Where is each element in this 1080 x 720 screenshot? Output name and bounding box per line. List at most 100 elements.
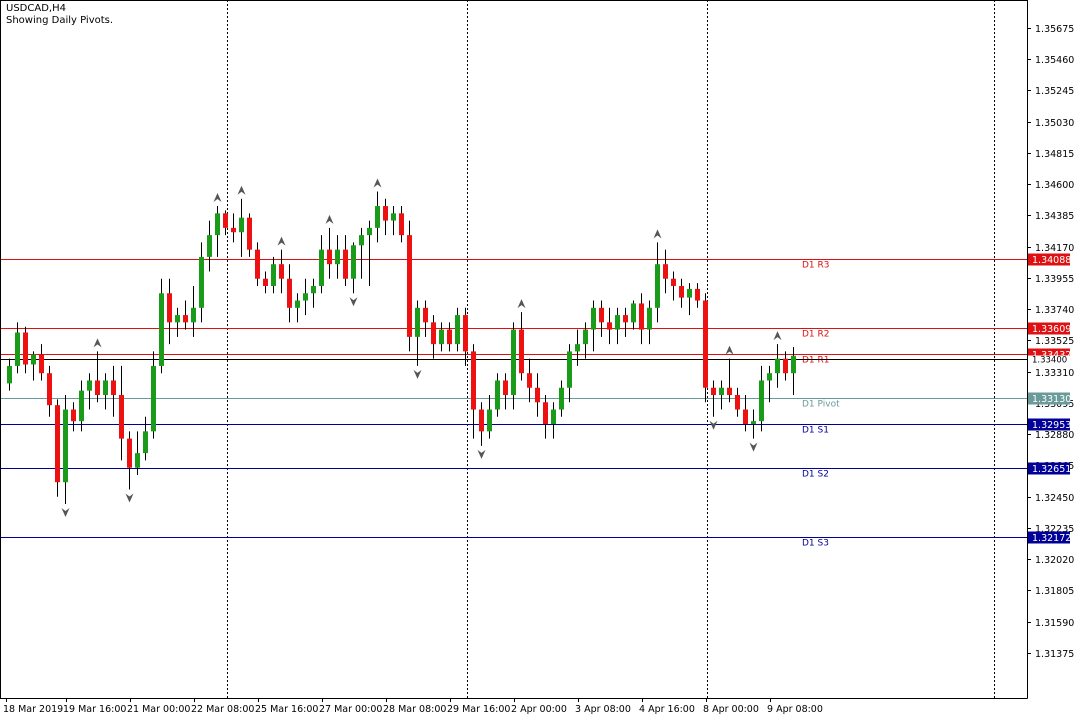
candle — [55, 399, 60, 497]
bull-candle-body — [103, 380, 108, 396]
bear-candle-body — [703, 300, 708, 388]
price-tick-label: 1.35460 — [1035, 55, 1074, 66]
price-axis[interactable]: 1.35675 1.35460 1.35245 1.35030 1.34815 1.346… — [1027, 24, 1074, 660]
bear-candle-body — [663, 264, 668, 279]
bull-candle-body — [207, 235, 212, 257]
bull-candle-body — [655, 264, 660, 308]
bear-candle-body — [95, 380, 100, 396]
bull-candle-body — [335, 249, 340, 265]
bear-candle-body — [247, 217, 252, 250]
pivot-level-label: D1 R3 — [802, 261, 830, 271]
bull-candle-body — [647, 307, 652, 330]
bull-candle-body — [151, 365, 156, 432]
price-tick-label: 1.32020 — [1035, 555, 1074, 566]
bear-candle-body — [231, 227, 236, 233]
symbol-timeframe-label: USDCAD,H4 — [6, 3, 66, 14]
bear-candle-body — [71, 409, 76, 422]
bear-candle-body — [743, 409, 748, 425]
bear-candle-body — [735, 395, 740, 410]
bull-candle-body — [759, 380, 764, 422]
bull-candle-body — [455, 315, 460, 345]
bear-candle-body — [119, 395, 124, 439]
pivot-level-label: D1 R1 — [802, 356, 830, 366]
bull-candle-body — [311, 285, 316, 294]
price-tick-label: 1.31805 — [1035, 586, 1074, 597]
bear-candle-body — [623, 315, 628, 323]
indicator-note-label: Showing Daily Pivots. — [6, 15, 114, 26]
time-tick-label: 18 Mar 2019 — [3, 704, 63, 715]
price-tick-label: 1.33740 — [1035, 305, 1074, 316]
bull-candle-body — [271, 264, 276, 286]
bull-candle-body — [575, 344, 580, 352]
price-tick-label: 1.33310 — [1035, 368, 1074, 379]
bull-candle-body — [319, 249, 324, 286]
bull-candle-body — [87, 380, 92, 391]
pivot-level-label: D1 S2 — [802, 470, 829, 480]
bull-candle-body — [375, 206, 380, 228]
time-tick-label: 2 Apr 00:00 — [511, 704, 567, 715]
bear-candle-body — [383, 206, 388, 221]
bear-candle-body — [711, 387, 716, 396]
bear-candle-body — [727, 387, 732, 396]
bull-candle-body — [295, 300, 300, 308]
current-price-tag-label: 1.33400 — [1032, 356, 1067, 366]
bull-candle-body — [487, 409, 492, 432]
bull-candle-body — [687, 288, 692, 298]
bear-candle-body — [671, 278, 676, 286]
price-chart[interactable]: D1 R3 D1 R2 D1 R1 D1 Pivot D1 S1 D1 S2 D1 S3 1… — [0, 0, 1080, 720]
time-tick-label: 9 Apr 08:00 — [767, 704, 823, 715]
bull-candle-body — [775, 358, 780, 374]
bear-candle-body — [527, 373, 532, 388]
price-tag-label: 1.32953 — [1032, 420, 1071, 431]
bull-candle-body — [495, 380, 500, 410]
price-tick-label: 1.35675 — [1035, 24, 1074, 35]
bear-candle-body — [543, 402, 548, 425]
price-tick-label: 1.33525 — [1035, 336, 1074, 347]
bull-candle-body — [719, 387, 724, 396]
price-tag-label: 1.33130 — [1032, 394, 1071, 405]
bull-candle-body — [199, 256, 204, 308]
bear-candle-body — [783, 358, 788, 374]
time-tick-label: 22 Mar 08:00 — [191, 704, 254, 715]
bear-candle-body — [343, 249, 348, 279]
bull-candle-body — [511, 329, 516, 396]
bull-candle-body — [143, 431, 148, 454]
bull-candle-body — [159, 293, 164, 366]
bear-candle-body — [23, 332, 28, 365]
time-tick-label: 29 Mar 16:00 — [447, 704, 510, 715]
bull-candle-body — [367, 227, 372, 236]
time-tick-label: 21 Mar 00:00 — [127, 704, 190, 715]
bear-candle-body — [183, 315, 188, 323]
bull-candle-body — [31, 354, 36, 365]
candle — [407, 220, 412, 352]
price-tick-label: 1.32450 — [1035, 493, 1074, 504]
bull-candle-body — [135, 453, 140, 468]
price-tag-label: 1.33609 — [1032, 324, 1071, 335]
bull-candle-body — [191, 307, 196, 323]
price-tick-label: 1.35245 — [1035, 86, 1074, 97]
pivot-level-label: D1 S3 — [802, 539, 829, 549]
bear-candle-body — [599, 307, 604, 323]
bull-candle-body — [15, 332, 20, 366]
bear-candle-body — [431, 322, 436, 345]
bear-candle-body — [463, 315, 468, 352]
bear-candle-body — [479, 409, 484, 432]
bear-candle-body — [639, 303, 644, 330]
bear-candle-body — [679, 285, 684, 298]
bull-candle-body — [391, 213, 396, 221]
time-tick-label: 25 Mar 16:00 — [255, 704, 318, 715]
price-tag-label: 1.32172 — [1032, 533, 1071, 544]
bear-candle-body — [55, 405, 60, 483]
bear-candle-body — [423, 307, 428, 323]
price-tick-label: 1.31590 — [1035, 618, 1074, 629]
bull-candle-body — [7, 365, 12, 384]
price-tick-label: 1.34385 — [1035, 211, 1074, 222]
bear-candle-body — [407, 235, 412, 337]
bull-candle-body — [615, 315, 620, 330]
bear-candle-body — [39, 354, 44, 374]
pivot-level-label: D1 S1 — [802, 426, 829, 436]
bull-candle-body — [175, 315, 180, 323]
price-tick-label: 1.33955 — [1035, 274, 1074, 285]
bull-candle-body — [239, 217, 244, 233]
bear-candle-body — [447, 329, 452, 345]
